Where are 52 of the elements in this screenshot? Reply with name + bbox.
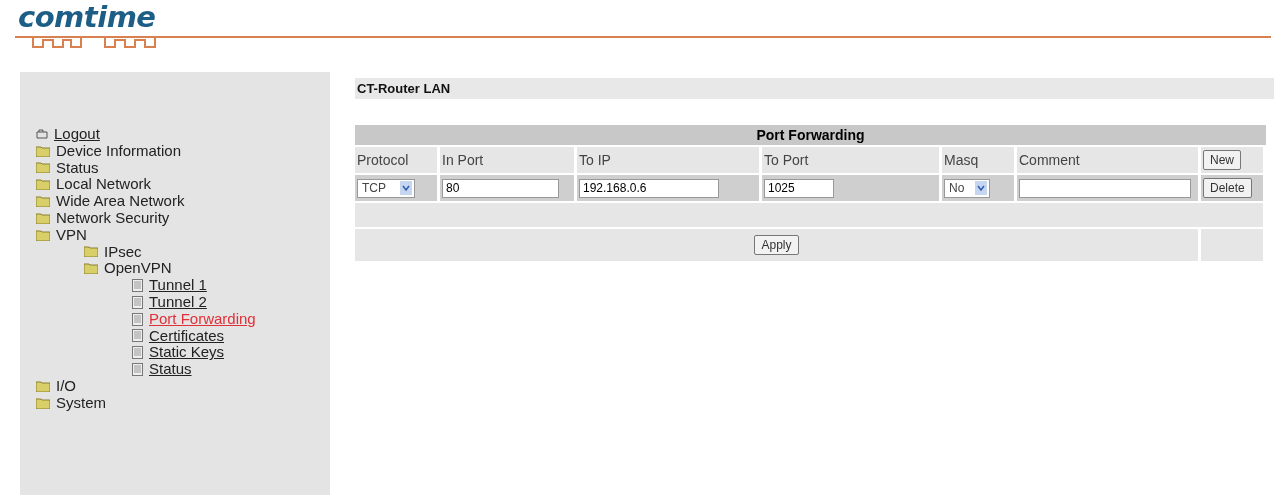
document-icon: [132, 279, 143, 293]
door-icon: [36, 129, 48, 140]
nav-link[interactable]: System: [36, 394, 106, 412]
apply-button[interactable]: Apply: [754, 235, 799, 255]
column-header: Protocol: [355, 147, 440, 173]
masq-select[interactable]: No: [944, 178, 990, 198]
protocol-select[interactable]: TCP: [357, 178, 415, 198]
document-icon: [132, 295, 143, 309]
document-icon: [132, 312, 143, 326]
nav-link[interactable]: OpenVPN: [84, 260, 172, 278]
nav-link[interactable]: I/O: [36, 377, 76, 395]
nav-link[interactable]: Tunnel 1: [132, 277, 207, 294]
folder-icon: [36, 397, 50, 409]
new-button[interactable]: New: [1203, 150, 1241, 170]
nav-link[interactable]: Logout: [36, 126, 100, 143]
column-header: In Port: [440, 147, 577, 173]
nav-link[interactable]: Local Network: [36, 176, 152, 194]
nav-link[interactable]: Network Security: [36, 210, 170, 227]
nav-link[interactable]: Status: [132, 361, 192, 378]
nav-link[interactable]: Wide Area Network: [36, 193, 185, 210]
folder-icon: [36, 196, 50, 208]
nav-link[interactable]: Certificates: [132, 327, 225, 345]
nav-link[interactable]: IPsec: [84, 243, 142, 261]
nav-link[interactable]: Static Keys: [132, 344, 225, 362]
folder-icon: [36, 380, 50, 392]
column-header: To Port: [762, 147, 942, 173]
folder-icon: [84, 263, 98, 275]
nav-link[interactable]: Status: [36, 159, 99, 177]
column-header: Comment: [1017, 147, 1201, 173]
page-title: CT-Router LAN: [355, 78, 1274, 99]
folder-icon: [36, 212, 50, 224]
folder-icon: [36, 162, 50, 174]
nav-link[interactable]: Device Information: [36, 142, 182, 160]
document-icon: [132, 363, 143, 377]
input-field[interactable]: 1025: [764, 178, 834, 198]
input-field[interactable]: 192.168.0.6: [579, 178, 719, 198]
nav-link[interactable]: VPN: [36, 226, 87, 244]
folder-icon: [36, 179, 50, 191]
folder-icon: [84, 246, 98, 258]
column-header: To IP: [577, 147, 762, 173]
nav-link[interactable]: Port Forwarding: [132, 310, 256, 328]
document-icon: [132, 346, 143, 360]
nav-link[interactable]: Tunnel 2: [132, 293, 207, 311]
document-icon: [132, 329, 143, 343]
table-title: Port Forwarding: [355, 125, 1266, 145]
folder-icon: [36, 229, 50, 241]
input-field[interactable]: 80: [442, 178, 559, 198]
logo: comtime: [18, 0, 156, 34]
folder-icon: [36, 145, 50, 157]
delete-button[interactable]: Delete: [1203, 178, 1252, 198]
comment-field[interactable]: [1019, 178, 1191, 198]
column-header: Masq: [942, 147, 1017, 173]
